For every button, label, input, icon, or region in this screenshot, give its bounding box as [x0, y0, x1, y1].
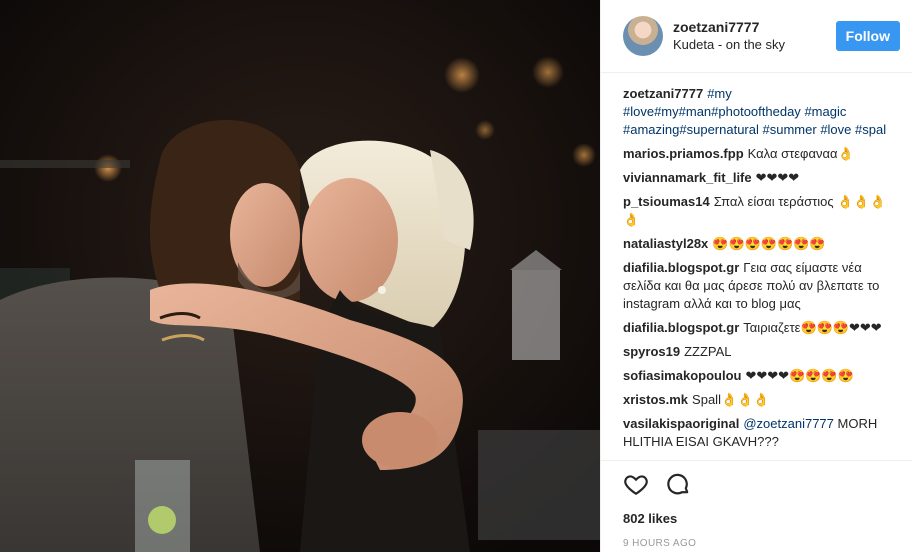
comment: sofiasimakopoulou ❤❤❤❤😍😍😍😍: [623, 367, 898, 385]
comment-text: ❤❤❤❤😍😍😍😍: [745, 368, 854, 383]
hashtag[interactable]: #summer: [763, 122, 817, 137]
comment-username[interactable]: nataliastyl28x: [623, 236, 708, 251]
comment-mention[interactable]: @zoetzani7777: [743, 416, 834, 431]
comment: nataliastyl28x 😍😍😍😍😍😍😍: [623, 235, 898, 253]
comment: vasilakispaoriginal @zoetzani7777 MORH HL…: [623, 415, 898, 451]
post-header: zoetzani7777 Kudeta - on the sky Follow: [601, 0, 912, 73]
hashtag[interactable]: #amazing: [623, 122, 679, 137]
heart-outline-icon[interactable]: [623, 471, 649, 497]
comment: diafilia.blogspot.gr Γεια σας είμαστε νέα…: [623, 259, 898, 313]
comment-username[interactable]: spyros19: [623, 344, 680, 359]
comment-text: Καλα στεφαναα👌: [747, 146, 854, 161]
comment: viviannamark_fit_life ❤❤❤❤: [623, 169, 898, 187]
header-username[interactable]: zoetzani7777: [673, 18, 836, 36]
header-text: zoetzani7777 Kudeta - on the sky: [673, 18, 836, 54]
post-photo[interactable]: [0, 0, 600, 552]
comment: diafilia.blogspot.gr Ταιριαζετε😍😍😍❤❤❤: [623, 319, 898, 337]
post-actions: 802 likes 9 HOURS AGO: [601, 460, 912, 552]
follow-button[interactable]: Follow: [835, 21, 900, 51]
avatar[interactable]: [623, 16, 663, 56]
hashtag[interactable]: #magic: [804, 104, 846, 119]
comment-username[interactable]: diafilia.blogspot.gr: [623, 320, 739, 335]
header-location[interactable]: Kudeta - on the sky: [673, 36, 836, 54]
post-panel: zoetzani7777 Kudeta - on the sky Follow …: [600, 0, 912, 552]
comment-text: ❤❤❤❤: [755, 170, 800, 185]
hashtag[interactable]: #supernatural: [679, 122, 759, 137]
hashtag[interactable]: #photooftheday: [711, 104, 801, 119]
post-timestamp[interactable]: 9 HOURS AGO: [623, 538, 890, 549]
hashtag[interactable]: #my: [707, 86, 732, 101]
comment-username[interactable]: viviannamark_fit_life: [623, 170, 752, 185]
comment: xristos.mk Spall👌👌👌: [623, 391, 898, 409]
post-caption: zoetzani7777 #my #love#my#man#photoofthed…: [623, 85, 898, 139]
hashtag[interactable]: #spal: [855, 122, 886, 137]
action-icons: [623, 471, 890, 497]
comment-username[interactable]: xristos.mk: [623, 392, 688, 407]
hashtag[interactable]: #man: [679, 104, 712, 119]
comment-bubble-icon[interactable]: [665, 471, 691, 497]
comment-username[interactable]: diafilia.blogspot.gr: [623, 260, 739, 275]
instagram-post: zoetzani7777 Kudeta - on the sky Follow …: [0, 0, 912, 552]
comment-username[interactable]: p_tsioumas14: [623, 194, 710, 209]
comment-text: Ταιριαζετε😍😍😍❤❤❤: [743, 320, 882, 335]
comment: spyros19 ZZZPAL: [623, 343, 898, 361]
comment-username[interactable]: marios.priamos.fpp: [623, 146, 744, 161]
hashtag[interactable]: #love: [820, 122, 851, 137]
hashtag[interactable]: #love: [623, 104, 654, 119]
comment-username[interactable]: sofiasimakopoulou: [623, 368, 741, 383]
comment-username[interactable]: vasilakispaoriginal: [623, 416, 739, 431]
caption-username[interactable]: zoetzani7777: [623, 86, 703, 101]
hashtag[interactable]: #my: [654, 104, 679, 119]
comment-text: ZZZPAL: [684, 344, 732, 359]
comment: p_tsioumas14 Σπαλ είσαι τεράστιος 👌👌👌👌: [623, 193, 898, 229]
likes-count[interactable]: 802 likes: [623, 511, 890, 526]
comment-text: Spall👌👌👌: [692, 392, 770, 407]
comments-list[interactable]: zoetzani7777 #my #love#my#man#photoofthed…: [601, 73, 912, 460]
comment-text: 😍😍😍😍😍😍😍: [712, 236, 826, 251]
photo-illustration: [0, 0, 600, 552]
comment: marios.priamos.fpp Καλα στεφαναα👌: [623, 145, 898, 163]
